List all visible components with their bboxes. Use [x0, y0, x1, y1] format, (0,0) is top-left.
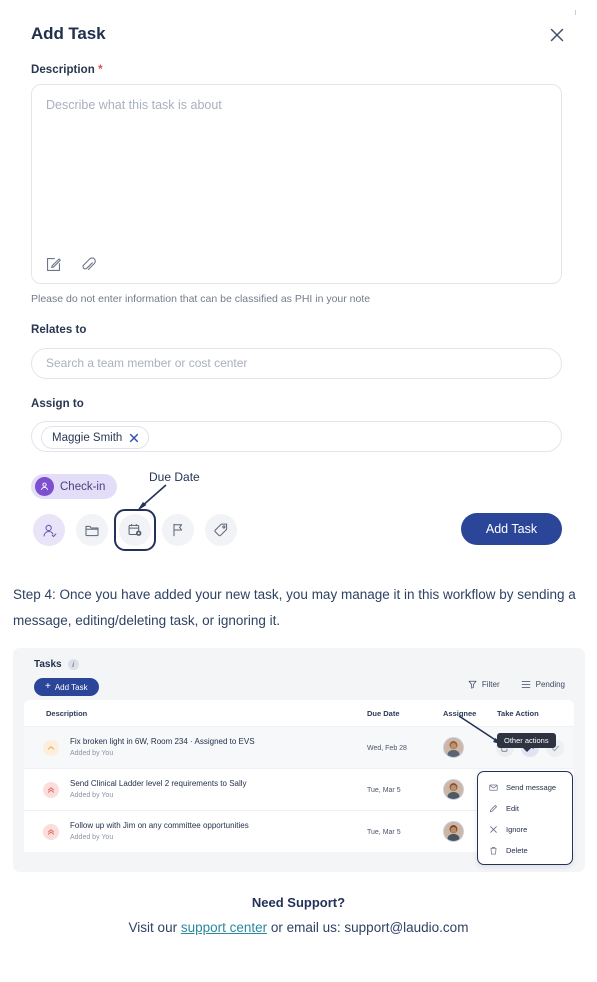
- menu-item-label: Send message: [506, 783, 557, 792]
- close-icon: [489, 825, 498, 834]
- task-due-date: Wed, Feb 28: [367, 745, 407, 752]
- add-task-submit-button[interactable]: Add Task: [461, 513, 562, 545]
- close-icon[interactable]: [548, 26, 566, 44]
- category-chip-check-in[interactable]: Check-in: [31, 474, 118, 499]
- task-added-by: Added by You: [70, 750, 114, 757]
- trash-icon: [489, 846, 498, 855]
- need-support-heading: Need Support?: [251, 895, 346, 910]
- task-description: Follow up with Jim on any committee oppo…: [70, 821, 249, 830]
- assign-to-input[interactable]: Maggie Smith: [31, 421, 562, 452]
- relates-to-input[interactable]: Search a team member or cost center: [31, 348, 562, 379]
- pending-button[interactable]: Pending: [521, 680, 565, 689]
- menu-item-delete[interactable]: Delete: [478, 840, 572, 861]
- phi-warning-text: Please do not enter information that can…: [31, 293, 371, 305]
- tasks-panel-title-text: Tasks: [34, 659, 62, 670]
- assignee-chip: Maggie Smith: [41, 426, 150, 449]
- menu-item-edit[interactable]: Edit: [478, 798, 572, 819]
- flag-icon[interactable]: [162, 514, 194, 546]
- priority-high-icon: [43, 782, 59, 798]
- priority-high-icon: [43, 824, 59, 840]
- assignee-chip-label: Maggie Smith: [52, 431, 123, 444]
- close-icon[interactable]: [129, 433, 139, 443]
- task-added-by: Added by You: [70, 834, 114, 841]
- avatar: [443, 821, 464, 842]
- category-chip-label: Check-in: [60, 480, 106, 493]
- support-prefix: Visit our: [128, 920, 181, 935]
- pencil-icon: [489, 804, 498, 813]
- menu-item-label: Ignore: [506, 825, 528, 834]
- menu-item-send-message[interactable]: Send message: [478, 777, 572, 798]
- plus-icon: +: [45, 681, 51, 692]
- compose-icon[interactable]: [45, 256, 62, 273]
- relates-to-placeholder: Search a team member or cost center: [46, 356, 248, 370]
- task-added-by: Added by You: [70, 792, 114, 799]
- tag-icon[interactable]: [205, 514, 237, 546]
- folder-icon[interactable]: [76, 514, 108, 546]
- description-placeholder: Describe what this task is about: [46, 98, 222, 112]
- tooltip-other-actions: Other actions: [497, 733, 556, 752]
- menu-item-label: Edit: [506, 804, 519, 813]
- scroll-tick: [575, 10, 576, 15]
- support-suffix: or email us: support@laudio.com: [267, 920, 469, 935]
- filter-button[interactable]: Filter: [468, 680, 500, 689]
- assign-to-label: Assign to: [31, 398, 84, 410]
- info-icon[interactable]: i: [67, 659, 79, 670]
- support-contact-line: Visit our support center or email us: su…: [0, 920, 597, 935]
- task-description: Fix broken light in 6W, Room 234 · Assig…: [70, 737, 255, 746]
- relates-to-label: Relates to: [31, 324, 87, 336]
- funnel-icon: [468, 680, 477, 689]
- column-header-description: Description: [46, 709, 88, 718]
- menu-item-label: Delete: [506, 846, 528, 855]
- assignee-icon[interactable]: [33, 514, 65, 546]
- avatar-face: [444, 822, 463, 841]
- attachment-icon[interactable]: [80, 256, 97, 273]
- modal-header: Add Task: [31, 24, 566, 50]
- icon-wrap-folder: [76, 514, 108, 546]
- step-instruction-text: Step 4: Once you have added your new tas…: [13, 587, 576, 628]
- other-actions-dropdown: Send message Edit Ignore Delete: [477, 771, 573, 865]
- pending-label: Pending: [535, 680, 565, 689]
- tasks-panel-controls: Filter Pending: [468, 680, 565, 689]
- priority-low-icon: [43, 740, 59, 756]
- task-due-date: Tue, Mar 5: [367, 787, 401, 794]
- filter-label: Filter: [481, 680, 500, 689]
- calendar-due-date-icon[interactable]: [119, 514, 151, 546]
- list-icon: [521, 680, 531, 689]
- task-attribute-icon-row: [33, 509, 237, 551]
- required-marker: *: [98, 64, 103, 76]
- description-textarea[interactable]: Describe what this task is about: [31, 84, 562, 284]
- column-header-due-date: Due Date: [367, 709, 400, 718]
- icon-wrap-assignee: [33, 514, 65, 546]
- avatar-face: [444, 780, 463, 799]
- person-check-icon: [35, 477, 54, 496]
- icon-wrap-tag: [205, 514, 237, 546]
- textarea-toolbar: [45, 256, 97, 273]
- avatar: [443, 779, 464, 800]
- add-task-button[interactable]: + Add Task: [34, 678, 99, 696]
- tasks-panel-title: Tasks i: [34, 659, 79, 670]
- icon-wrap-flag: [162, 514, 194, 546]
- task-description: Send Clinical Ladder level 2 requirement…: [70, 779, 247, 788]
- description-label: Description *: [31, 64, 103, 76]
- icon-wrap-due-date: [114, 509, 156, 551]
- menu-item-ignore[interactable]: Ignore: [478, 819, 572, 840]
- support-center-link[interactable]: support center: [181, 920, 267, 935]
- task-due-date: Tue, Mar 5: [367, 829, 401, 836]
- description-label-text: Description: [31, 64, 95, 76]
- page-title: Add Task: [31, 24, 106, 43]
- envelope-icon: [489, 783, 498, 792]
- add-task-button-label: Add Task: [54, 682, 88, 692]
